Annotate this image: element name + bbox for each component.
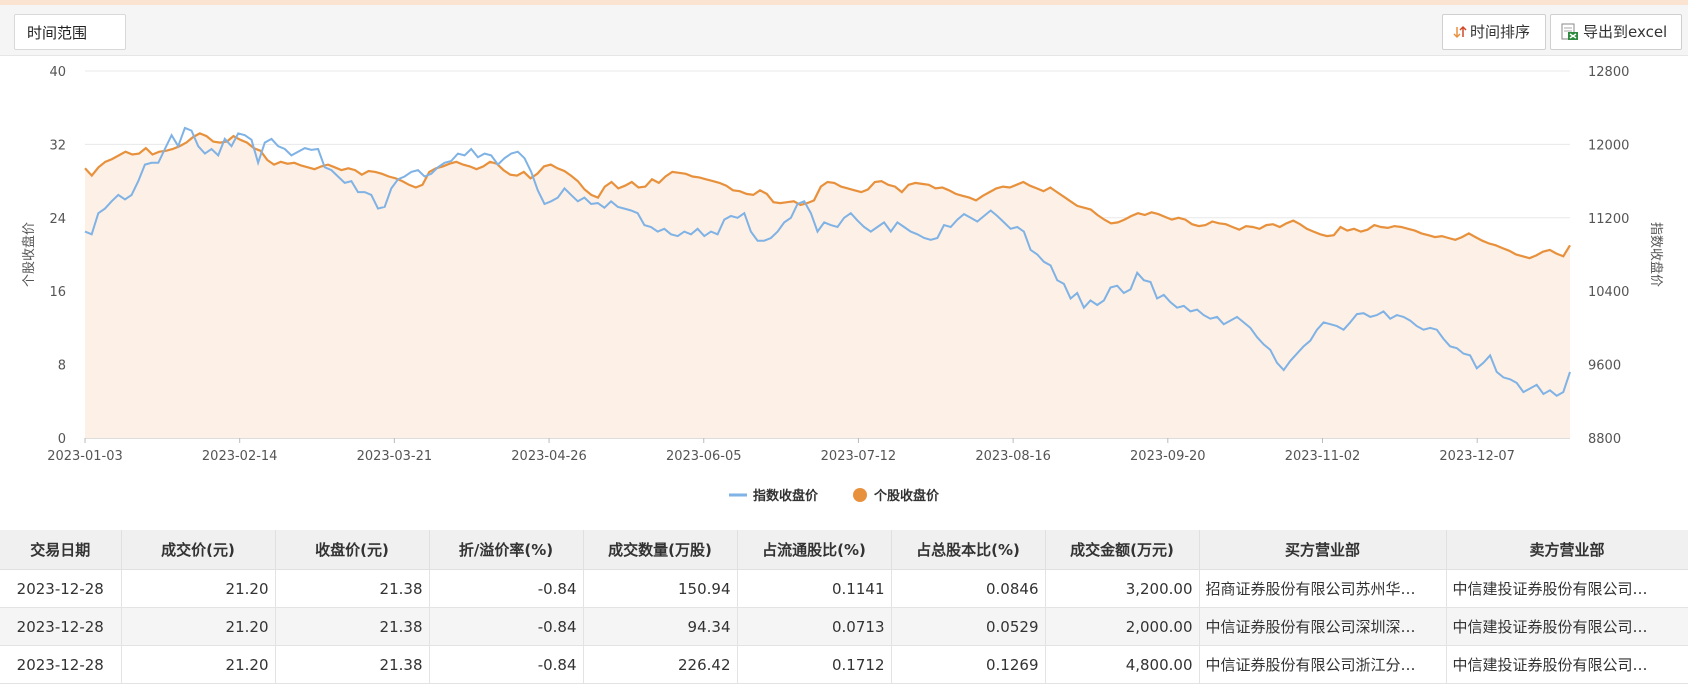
table-cell: 0.1269 — [891, 645, 1046, 684]
time-range-label: 时间范围 — [27, 24, 88, 42]
table-cell: 中信建投证券股份有限公司… — [1446, 645, 1688, 684]
y-left-tick-label: 16 — [49, 285, 66, 300]
time-sort-label: 时间排序 — [1470, 23, 1531, 41]
table-cell: -0.84 — [429, 569, 584, 608]
export-excel-label: 导出到excel — [1583, 23, 1668, 41]
toolbar: 时间范围 时间排序 导出到excel — [0, 5, 1688, 56]
block-trade-table: 交易日期 成交价(元) 收盘价(元) 折/溢价率(%) 成交数量(万股) 占流通股比(%)… — [0, 530, 1688, 684]
column-header[interactable]: 折/溢价率(%) — [429, 530, 584, 570]
y-left-tick-label: 40 — [49, 65, 66, 80]
x-tick-label: 2023-09-20 — [1130, 449, 1206, 464]
table-cell: 3,200.00 — [1045, 569, 1200, 608]
y-left-tick-label: 24 — [49, 212, 66, 227]
time-range-selector[interactable]: 时间范围 — [14, 14, 126, 50]
table-cell: 2023-12-28 — [0, 607, 122, 646]
table-cell: 中信证券股份有限公司浙江分… — [1199, 645, 1447, 684]
table-cell: 招商证券股份有限公司苏州华… — [1199, 569, 1447, 608]
table-cell: 21.20 — [121, 569, 276, 608]
export-excel-button[interactable]: 导出到excel — [1550, 14, 1682, 50]
table-cell: 中信建投证券股份有限公司… — [1446, 569, 1688, 608]
column-header[interactable]: 占流通股比(%) — [737, 530, 892, 570]
excel-icon — [1561, 23, 1578, 40]
column-header[interactable]: 成交价(元) — [121, 530, 276, 570]
column-header[interactable]: 卖方营业部 — [1446, 530, 1688, 570]
table-cell: 0.1141 — [737, 569, 892, 608]
y-left-axis-title: 个股收盘价 — [21, 222, 37, 287]
x-tick-label: 2023-11-02 — [1285, 449, 1361, 464]
table-cell: 94.34 — [583, 607, 738, 646]
column-header[interactable]: 成交金额(万元) — [1045, 530, 1200, 570]
legend-index-label[interactable]: 指数收盘价 — [753, 488, 819, 504]
x-tick-label: 2023-12-07 — [1439, 449, 1515, 464]
legend-stock-swatch[interactable] — [853, 488, 867, 502]
table-header-row: 交易日期 成交价(元) 收盘价(元) 折/溢价率(%) 成交数量(万股) 占流通股比(%)… — [0, 530, 1688, 570]
table-cell: 21.38 — [275, 569, 430, 608]
y-right-tick-label: 8800 — [1588, 432, 1621, 447]
table-cell: 0.0846 — [891, 569, 1046, 608]
sort-arrows-icon — [1453, 25, 1467, 39]
stock-area — [85, 133, 1570, 438]
table-cell: 2023-12-28 — [0, 569, 122, 608]
table-row[interactable]: 2023-12-28 21.20 21.38 -0.84 150.94 0.1141 0.0… — [0, 569, 1688, 608]
block-trade-table-wrap: 交易日期 成交价(元) 收盘价(元) 折/溢价率(%) 成交数量(万股) 占流通股比(%)… — [0, 530, 1688, 686]
y-right-axis-title: 指数收盘价 — [1648, 222, 1664, 287]
x-tick-label: 2023-08-16 — [975, 449, 1051, 464]
table-cell: 21.20 — [121, 607, 276, 646]
table-cell: 0.0713 — [737, 607, 892, 646]
x-tick-label: 2023-06-05 — [666, 449, 742, 464]
table-cell: 0.1712 — [737, 645, 892, 684]
time-sort-button[interactable]: 时间排序 — [1442, 14, 1546, 50]
y-right-tick-label: 12000 — [1588, 138, 1629, 153]
x-tick-label: 2023-04-26 — [511, 449, 587, 464]
chart-legend: 指数收盘价 个股收盘价 — [0, 484, 1688, 506]
x-tick-label: 2023-01-03 — [47, 449, 123, 464]
table-row[interactable]: 2023-12-28 21.20 21.38 -0.84 226.42 0.1712 0.1… — [0, 645, 1688, 684]
table-cell: 21.38 — [275, 607, 430, 646]
column-header[interactable]: 交易日期 — [0, 530, 122, 570]
table-cell: 0.0529 — [891, 607, 1046, 646]
table-cell: 21.38 — [275, 645, 430, 684]
chart-svg: 0 8 16 24 32 40 8800 9600 10400 11200 12000 12800 20… — [21, 65, 1664, 464]
price-chart: 0 8 16 24 32 40 8800 9600 10400 11200 12000 12800 20… — [0, 56, 1688, 530]
column-header[interactable]: 成交数量(万股) — [583, 530, 738, 570]
column-header[interactable]: 买方营业部 — [1199, 530, 1447, 570]
table-cell: 226.42 — [583, 645, 738, 684]
table-cell: -0.84 — [429, 607, 584, 646]
y-left-tick-label: 32 — [49, 138, 66, 153]
table-cell: 21.20 — [121, 645, 276, 684]
y-right-tick-label: 11200 — [1588, 212, 1629, 227]
table-cell: 中信建投证券股份有限公司… — [1446, 607, 1688, 646]
table-cell: 150.94 — [583, 569, 738, 608]
y-right-tick-label: 10400 — [1588, 285, 1629, 300]
y-left-tick-label: 0 — [58, 432, 66, 447]
table-cell: 4,800.00 — [1045, 645, 1200, 684]
table-cell: 2023-12-28 — [0, 645, 122, 684]
y-right-tick-label: 9600 — [1588, 359, 1621, 374]
column-header[interactable]: 收盘价(元) — [275, 530, 430, 570]
table-cell: -0.84 — [429, 645, 584, 684]
y-right-tick-label: 12800 — [1588, 65, 1629, 80]
table-cell: 2,000.00 — [1045, 607, 1200, 646]
table-cell: 中信证券股份有限公司深圳深… — [1199, 607, 1447, 646]
table-row[interactable]: 2023-12-28 21.20 21.38 -0.84 94.34 0.0713 0.05… — [0, 607, 1688, 646]
legend-stock-label[interactable]: 个股收盘价 — [873, 488, 940, 504]
column-header[interactable]: 占总股本比(%) — [891, 530, 1046, 570]
x-tick-label: 2023-02-14 — [202, 449, 278, 464]
x-tick-label: 2023-07-12 — [821, 449, 897, 464]
y-left-tick-label: 8 — [58, 359, 66, 374]
x-tick-label: 2023-03-21 — [357, 449, 433, 464]
